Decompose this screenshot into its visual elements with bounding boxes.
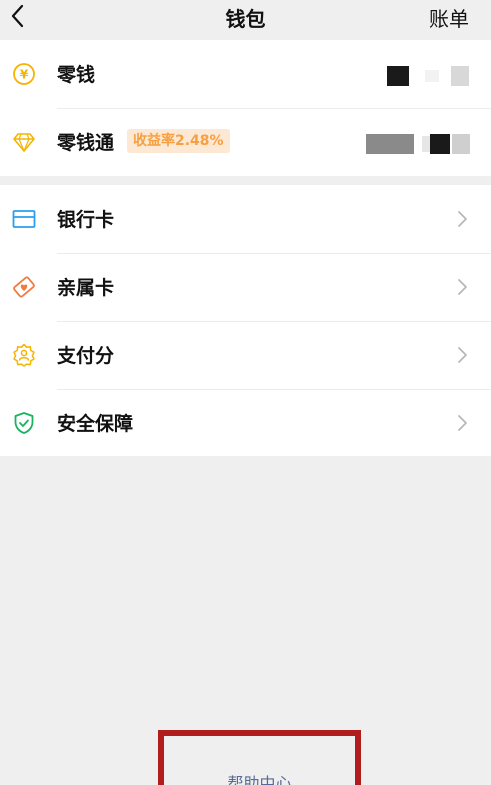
- chevron-right-icon: [458, 347, 467, 363]
- masked-balance: [385, 64, 471, 88]
- yuan-coin-icon: ¥: [13, 63, 35, 85]
- help-center-link[interactable]: 帮助中心: [164, 770, 355, 785]
- balance-card: ¥ 零钱 零钱通 收益率2.48%: [0, 40, 491, 176]
- diamond-icon: [13, 133, 35, 153]
- list-item-pay-score[interactable]: 支付分: [0, 321, 491, 389]
- services-card: 银行卡 亲属卡 支付分 安全保障: [0, 185, 491, 456]
- chevron-right-icon: [458, 415, 467, 431]
- pay-score-label: 支付分: [57, 345, 115, 367]
- bank-card-icon: [12, 210, 36, 228]
- bank-card-label: 银行卡: [57, 209, 115, 231]
- svg-text:¥: ¥: [20, 68, 29, 82]
- yield-badge: 收益率2.48%: [127, 129, 230, 153]
- chevron-right-icon: [458, 279, 467, 295]
- family-card-icon: [13, 276, 35, 298]
- bill-button[interactable]: 账单: [429, 3, 469, 32]
- security-label: 安全保障: [57, 413, 134, 435]
- help-center-highlight: 帮助中心: [158, 730, 361, 785]
- change-plus-label: 零钱通: [57, 132, 115, 154]
- list-item-change-plus[interactable]: 零钱通 收益率2.48%: [0, 108, 491, 176]
- chevron-right-icon: [458, 211, 467, 227]
- page-title: 钱包: [225, 7, 266, 31]
- list-item-bank-card[interactable]: 银行卡: [0, 185, 491, 253]
- masked-balance: [366, 132, 472, 156]
- change-label: 零钱: [57, 64, 96, 86]
- list-item-family-card[interactable]: 亲属卡: [0, 253, 491, 321]
- list-item-security[interactable]: 安全保障: [0, 389, 491, 457]
- shield-check-icon: [14, 412, 34, 434]
- pay-score-icon: [13, 343, 35, 367]
- family-card-label: 亲属卡: [57, 277, 115, 299]
- nav-bar: 钱包 账单: [0, 0, 491, 40]
- list-item-change[interactable]: ¥ 零钱: [0, 40, 491, 108]
